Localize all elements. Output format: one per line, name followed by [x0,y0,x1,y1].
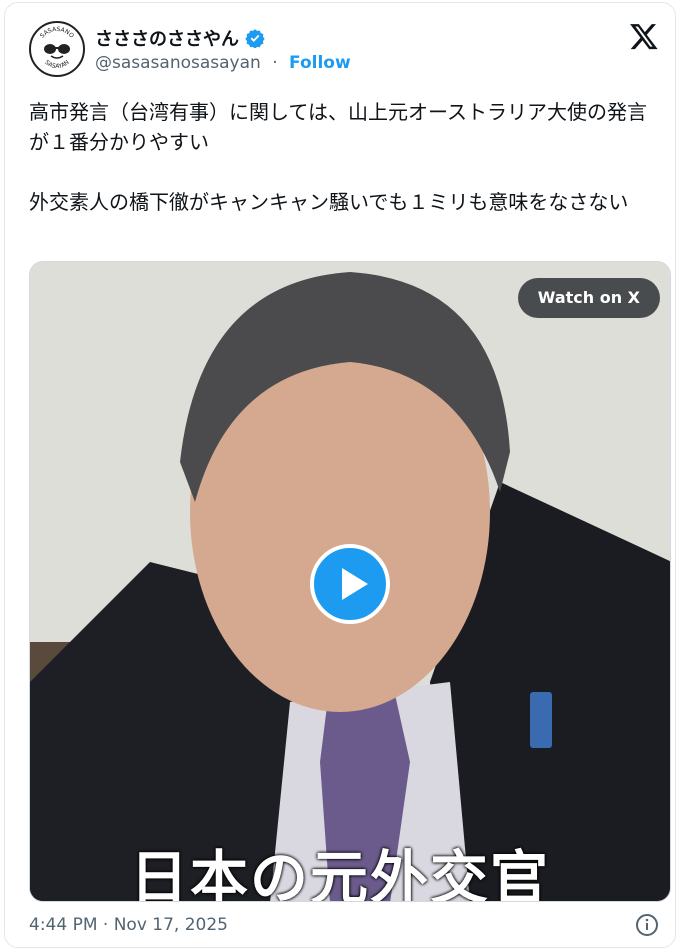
display-name-row[interactable]: さささのささやん [95,25,265,51]
avatar-sunglasses-icon: SASASANO SASAYAN [39,26,76,70]
tweet-paragraph-2: 外交素人の橋下徹がキャンキャン騒いでも１ミリも意味をなさない [29,190,629,214]
play-button[interactable] [310,544,390,624]
tweet-paragraph-1: 高市発言（台湾有事）に関しては、山上元オーストラリア大使の発言が１番分かりやすい [29,100,647,154]
svg-text:SASASANO: SASASANO [39,26,76,40]
separator-dot: · [272,53,278,73]
svg-text:SASAYAN: SASAYAN [43,59,70,70]
handle-row: @sasasanosasayan · Follow [95,53,351,73]
avatar-text-top: SASASANO [39,26,76,40]
avatar[interactable]: SASASANO SASAYAN [29,21,85,77]
tweet-text: 高市発言（台湾有事）に関しては、山上元オーストラリア大使の発言が１番分かりやすい… [29,97,665,247]
verified-badge-icon [245,29,265,48]
display-name[interactable]: さささのささやん [95,25,239,51]
handle[interactable]: @sasasanosasayan [95,53,261,73]
avatar-text-bottom: SASAYAN [43,59,70,70]
tweet-card: SASASANO SASAYAN さささのささやん @sasasanosasay… [4,2,676,948]
info-icon[interactable] [635,913,659,937]
follow-button[interactable]: Follow [289,53,351,73]
video-player[interactable]: Watch on X 日本の元外交官 [29,261,671,902]
watch-on-x-button[interactable]: Watch on X [517,278,660,318]
timestamp[interactable]: 4:44 PM · Nov 17, 2025 [29,915,228,935]
x-logo-icon[interactable] [629,21,659,51]
play-icon [342,568,368,600]
video-caption: 日本の元外交官 [130,844,551,902]
